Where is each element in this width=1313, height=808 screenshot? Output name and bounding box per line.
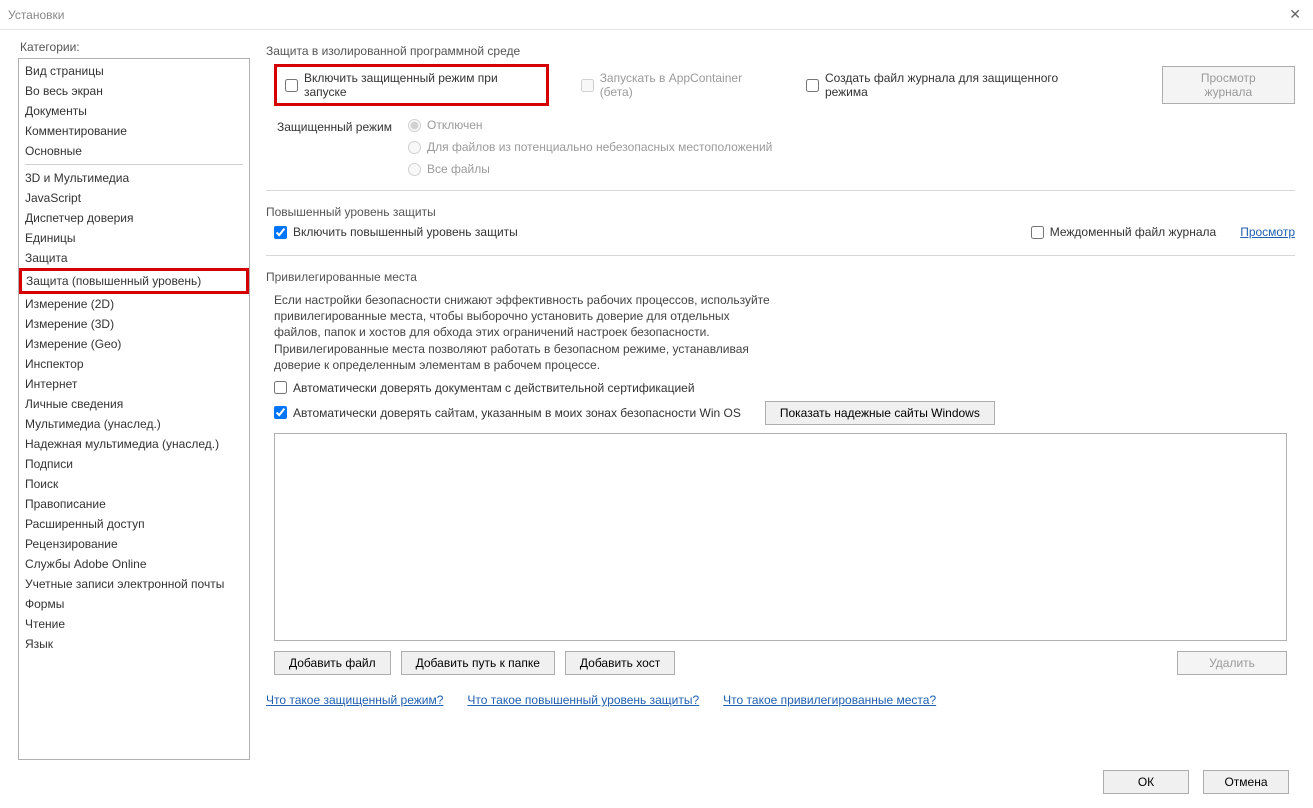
view-crossdomain-link[interactable]: Просмотр [1240, 225, 1295, 239]
add-host-button[interactable]: Добавить хост [565, 651, 675, 675]
radio-off: Отключен [408, 118, 772, 132]
checkbox-trust-winos[interactable]: Автоматически доверять сайтам, указанным… [274, 406, 741, 420]
category-item[interactable]: Вид страницы [19, 61, 249, 81]
protected-mode-label: Защищенный режим [274, 118, 392, 134]
checkbox-create-log[interactable]: Создать файл журнала для защищенного реж… [806, 71, 1098, 99]
checkbox-trust-cert[interactable]: Автоматически доверять документам с дейс… [274, 381, 695, 395]
checkbox-trust-cert-label: Автоматически доверять документам с дейс… [293, 381, 695, 395]
checkbox-enable-enhanced[interactable]: Включить повышенный уровень защиты [274, 225, 518, 239]
category-item[interactable]: Расширенный доступ [19, 514, 249, 534]
ok-button[interactable]: ОК [1103, 770, 1189, 794]
category-item[interactable]: Мультимедиа (унаслед.) [19, 414, 249, 434]
category-item[interactable]: Учетные записи электронной почты [19, 574, 249, 594]
category-item[interactable]: Комментирование [19, 121, 249, 141]
checkbox-appcontainer: Запускать в AppContainer (бета) [581, 71, 774, 99]
checkbox-enable-enhanced-label: Включить повышенный уровень защиты [293, 225, 518, 239]
category-item[interactable]: Диспетчер доверия [19, 208, 249, 228]
category-item[interactable]: Измерение (2D) [19, 294, 249, 314]
priv-locations-listbox[interactable] [274, 433, 1287, 641]
view-log-button: Просмотр журнала [1162, 66, 1295, 104]
category-item[interactable]: Рецензирование [19, 534, 249, 554]
radio-all-files: Все файлы [408, 162, 772, 176]
help-priv-link[interactable]: Что такое привилегированные места? [723, 693, 936, 707]
category-item[interactable]: Личные сведения [19, 394, 249, 414]
checkbox-enable-protected[interactable]: Включить защищенный режим при запуске [285, 71, 538, 99]
section-enhanced-title: Повышенный уровень защиты [266, 205, 1295, 219]
category-item[interactable]: Измерение (3D) [19, 314, 249, 334]
category-item[interactable]: Язык [19, 634, 249, 654]
help-enhanced-link[interactable]: Что такое повышенный уровень защиты? [467, 693, 699, 707]
category-item[interactable]: JavaScript [19, 188, 249, 208]
category-item[interactable]: Защита [19, 248, 249, 268]
category-item[interactable]: Инспектор [19, 354, 249, 374]
category-item[interactable]: Измерение (Geo) [19, 334, 249, 354]
checkbox-crossdomain-log-label: Междоменный файл журнала [1050, 225, 1216, 239]
help-protected-link[interactable]: Что такое защищенный режим? [266, 693, 443, 707]
checkbox-enable-protected-label: Включить защищенный режим при запуске [304, 71, 538, 99]
categories-heading: Категории: [18, 40, 250, 54]
close-icon[interactable]: ✕ [1289, 6, 1301, 23]
checkbox-crossdomain-log[interactable]: Междоменный файл журнала [1031, 225, 1216, 239]
section-priv-title: Привилегированные места [266, 270, 1295, 284]
category-item[interactable]: Во весь экран [19, 81, 249, 101]
checkbox-appcontainer-label: Запускать в AppContainer (бета) [600, 71, 774, 99]
category-item[interactable]: Надежная мультимедиа (унаслед.) [19, 434, 249, 454]
category-item[interactable]: Чтение [19, 614, 249, 634]
category-item[interactable]: Формы [19, 594, 249, 614]
category-item[interactable]: Поиск [19, 474, 249, 494]
add-folder-button[interactable]: Добавить путь к папке [401, 651, 555, 675]
delete-button: Удалить [1177, 651, 1287, 675]
category-item[interactable]: Правописание [19, 494, 249, 514]
category-item[interactable]: 3D и Мультимедиа [19, 168, 249, 188]
category-item[interactable]: Подписи [19, 454, 249, 474]
section-sandbox-title: Защита в изолированной программной среде [266, 44, 1295, 58]
category-item[interactable]: Защита (повышенный уровень) [19, 268, 249, 294]
category-item[interactable]: Единицы [19, 228, 249, 248]
category-list[interactable]: Вид страницыВо весь экранДокументыКоммен… [18, 58, 250, 760]
window-title: Установки [8, 8, 64, 22]
radio-unsafe-locations: Для файлов из потенциально небезопасных … [408, 140, 772, 154]
category-item[interactable]: Документы [19, 101, 249, 121]
category-separator [25, 164, 243, 165]
checkbox-trust-winos-label: Автоматически доверять сайтам, указанным… [293, 406, 741, 420]
add-file-button[interactable]: Добавить файл [274, 651, 391, 675]
category-item[interactable]: Основные [19, 141, 249, 161]
priv-description: Если настройки безопасности снижают эффе… [274, 292, 774, 373]
category-item[interactable]: Интернет [19, 374, 249, 394]
show-trusted-sites-button[interactable]: Показать надежные сайты Windows [765, 401, 995, 425]
window-titlebar: Установки ✕ [0, 0, 1313, 30]
category-item[interactable]: Службы Adobe Online [19, 554, 249, 574]
cancel-button[interactable]: Отмена [1203, 770, 1289, 794]
checkbox-create-log-label: Создать файл журнала для защищенного реж… [825, 71, 1098, 99]
